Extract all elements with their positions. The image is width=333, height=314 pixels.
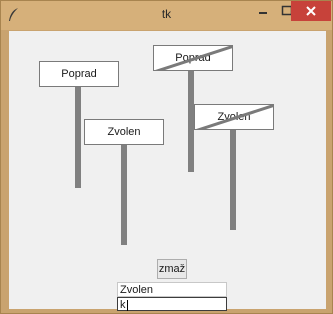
sign-post <box>121 143 127 245</box>
text-caret <box>126 299 128 311</box>
road-sign[interactable]: Zvolen <box>84 119 164 145</box>
close-button[interactable] <box>291 1 331 21</box>
entry-value: Zvolen <box>120 284 154 296</box>
sign-label: Zvolen <box>107 126 141 138</box>
minimize-icon <box>259 12 267 14</box>
road-sign-crossed[interactable]: Zvolen <box>194 104 274 130</box>
strike-line <box>196 105 273 129</box>
road-sign-crossed[interactable]: Poprad <box>153 45 233 71</box>
delete-button[interactable]: zmaž <box>157 259 187 279</box>
text-entry[interactable]: Zvolen <box>117 282 227 297</box>
entry-value: k <box>120 299 126 311</box>
close-icon <box>306 6 316 16</box>
strike-line <box>155 46 232 70</box>
title-bar[interactable]: tk <box>1 1 332 30</box>
sign-post <box>230 128 236 230</box>
minimize-button[interactable] <box>251 1 275 21</box>
second-entry[interactable]: k <box>117 297 227 311</box>
road-sign[interactable]: Poprad <box>39 61 119 87</box>
sign-label: Poprad <box>61 68 97 80</box>
app-window: tk Poprad Zvolen zmaž Zvolen k <box>0 0 333 314</box>
sign-post <box>75 87 81 188</box>
canvas-area[interactable]: Poprad Zvolen Poprad Zvolen zmaž Zvolen … <box>9 31 326 311</box>
